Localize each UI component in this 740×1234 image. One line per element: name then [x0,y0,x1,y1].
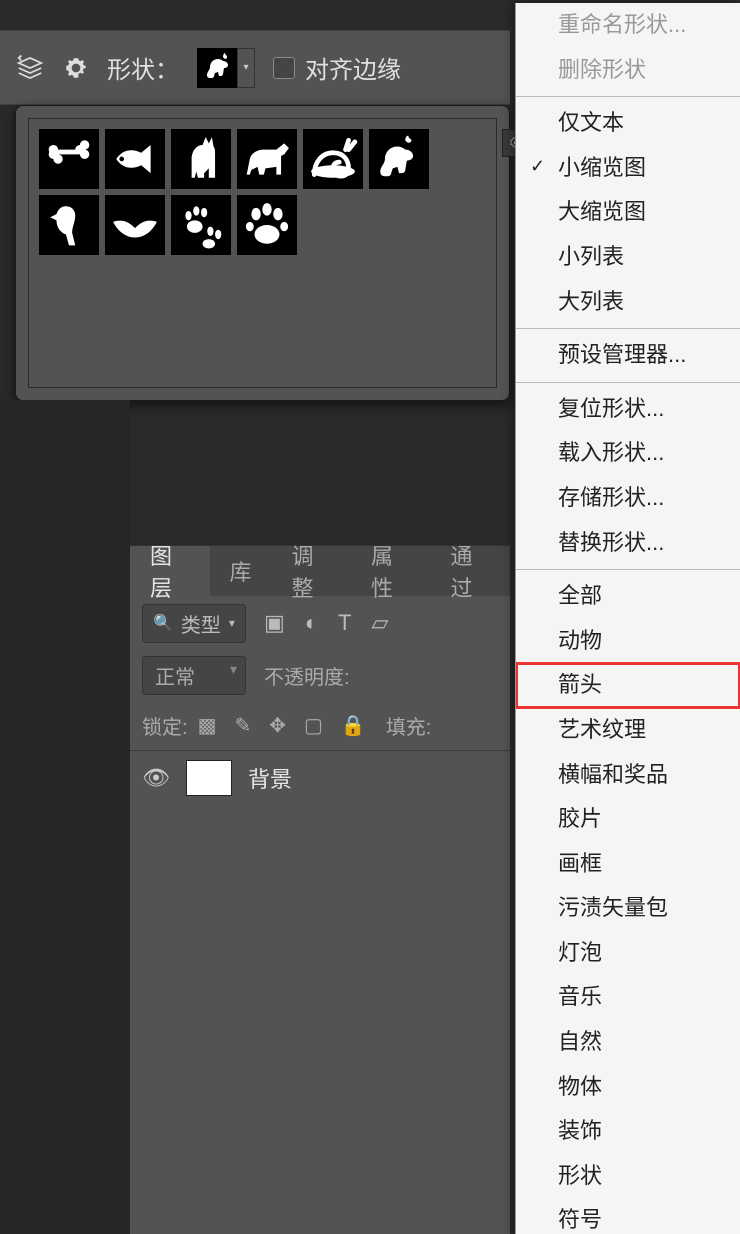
align-edges-label: 对齐边缘 [305,50,401,85]
menu-film[interactable]: 胶片 [516,797,740,842]
shape-dropdown-caret[interactable]: ▾ [237,48,255,88]
menu-rename-shape: 重命名形状... [516,3,740,48]
lock-pixels-icon[interactable]: ▩ [198,713,217,738]
tab-library[interactable]: 库 [210,546,272,596]
lock-all-icon[interactable]: 🔒 [341,713,366,738]
filter-type-icon[interactable]: T [338,610,351,636]
menu-lightbulb[interactable]: 灯泡 [516,931,740,976]
shape-grid [39,129,459,255]
menu-objects[interactable]: 物体 [516,1065,740,1110]
layers-panel: 图层 库 调整 属性 通过 🔍 类型 ▾ ▣ ◐ T ▱ 正常 不透明度: 锁定… [130,545,510,1234]
shape-dog[interactable] [237,129,297,189]
shape-snail[interactable] [303,129,363,189]
menu-load-shapes[interactable]: 载入形状... [516,431,740,476]
gear-icon[interactable] [63,55,89,81]
menu-separator [516,328,740,329]
shape-fish[interactable] [105,129,165,189]
menu-frames[interactable]: 画框 [516,842,740,887]
opacity-label: 不透明度: [264,661,350,690]
menu-music[interactable]: 音乐 [516,975,740,1020]
check-icon: ✓ [530,155,545,178]
tab-layers[interactable]: 图层 [130,546,210,596]
menu-large-thumbnail[interactable]: 大缩览图 [516,190,740,235]
menu-all[interactable]: 全部 [516,574,740,619]
lock-brush-icon[interactable]: ✎ [234,713,251,738]
menu-reset-shapes[interactable]: 复位形状... [516,387,740,432]
menu-separator [516,569,740,570]
tab-adjustments[interactable]: 调整 [272,546,352,596]
tab-channels[interactable]: 通过 [431,546,511,596]
shape-picker-panel: ▾ [15,105,510,401]
shape-flyout-menu: 重命名形状... 删除形状 仅文本 ✓ 小缩览图 大缩览图 小列表 大列表 预设… [515,3,740,1234]
menu-arrows[interactable]: 箭头 [516,663,740,708]
current-shape-preview[interactable] [197,48,237,88]
lock-move-icon[interactable]: ✥ [269,713,286,738]
visibility-toggle-icon[interactable]: 👁 [142,765,170,791]
left-dark-strip [0,400,130,1234]
menu-grime-vector[interactable]: 污渍矢量包 [516,886,740,931]
filter-shape-icon[interactable]: ▱ [372,610,389,636]
menu-shapes[interactable]: 形状 [516,1154,740,1199]
menu-small-thumbnail[interactable]: ✓ 小缩览图 [516,146,740,191]
menu-delete-shape: 删除形状 [516,48,740,93]
menu-text-only[interactable]: 仅文本 [516,101,740,146]
blend-mode-dropdown[interactable]: 正常 [142,656,246,695]
shape-rabbit[interactable] [369,129,429,189]
shape-paw-tracks[interactable] [171,195,231,255]
kind-label: 类型 [181,609,221,638]
options-bar: 形状： ▾ 对齐边缘 [0,30,510,105]
lock-artboard-icon[interactable]: ▢ [304,713,323,738]
menu-banners-awards[interactable]: 横幅和奖品 [516,753,740,798]
shape-paw-print[interactable] [237,195,297,255]
layer-row[interactable]: 👁 背景 [130,750,510,804]
layer-kind-filter[interactable]: 🔍 类型 ▾ [142,604,246,643]
menu-replace-shapes[interactable]: 替换形状... [516,521,740,566]
blend-mode-value: 正常 [155,667,195,689]
layer-thumbnail[interactable] [186,760,232,796]
shape-layers-icon[interactable] [15,53,45,83]
shape-bird[interactable] [105,195,165,255]
menu-ornaments[interactable]: 装饰 [516,1109,740,1154]
menu-preset-manager[interactable]: 预设管理器... [516,333,740,378]
align-edges-checkbox[interactable] [273,57,295,79]
shape-label: 形状： [107,50,179,85]
menu-nature[interactable]: 自然 [516,1020,740,1065]
menu-save-shapes[interactable]: 存储形状... [516,476,740,521]
menu-large-list[interactable]: 大列表 [516,280,740,325]
search-icon: 🔍 [153,613,173,633]
menu-small-list[interactable]: 小列表 [516,235,740,280]
filter-pixel-icon[interactable]: ▣ [264,610,285,636]
lock-label: 锁定: [142,711,188,740]
filter-adjust-icon[interactable]: ◐ [305,610,318,636]
fill-label: 填充: [386,711,432,740]
layer-name[interactable]: 背景 [248,762,292,794]
menu-animals[interactable]: 动物 [516,619,740,664]
menu-separator [516,382,740,383]
tab-properties[interactable]: 属性 [351,546,431,596]
shape-bone[interactable] [39,129,99,189]
menu-separator [516,96,740,97]
shape-parrot[interactable] [39,195,99,255]
menu-symbols[interactable]: 符号 [516,1198,740,1234]
panel-tabs: 图层 库 调整 属性 通过 [130,546,510,596]
menu-artistic-textures[interactable]: 艺术纹理 [516,708,740,753]
shape-cat[interactable] [171,129,231,189]
